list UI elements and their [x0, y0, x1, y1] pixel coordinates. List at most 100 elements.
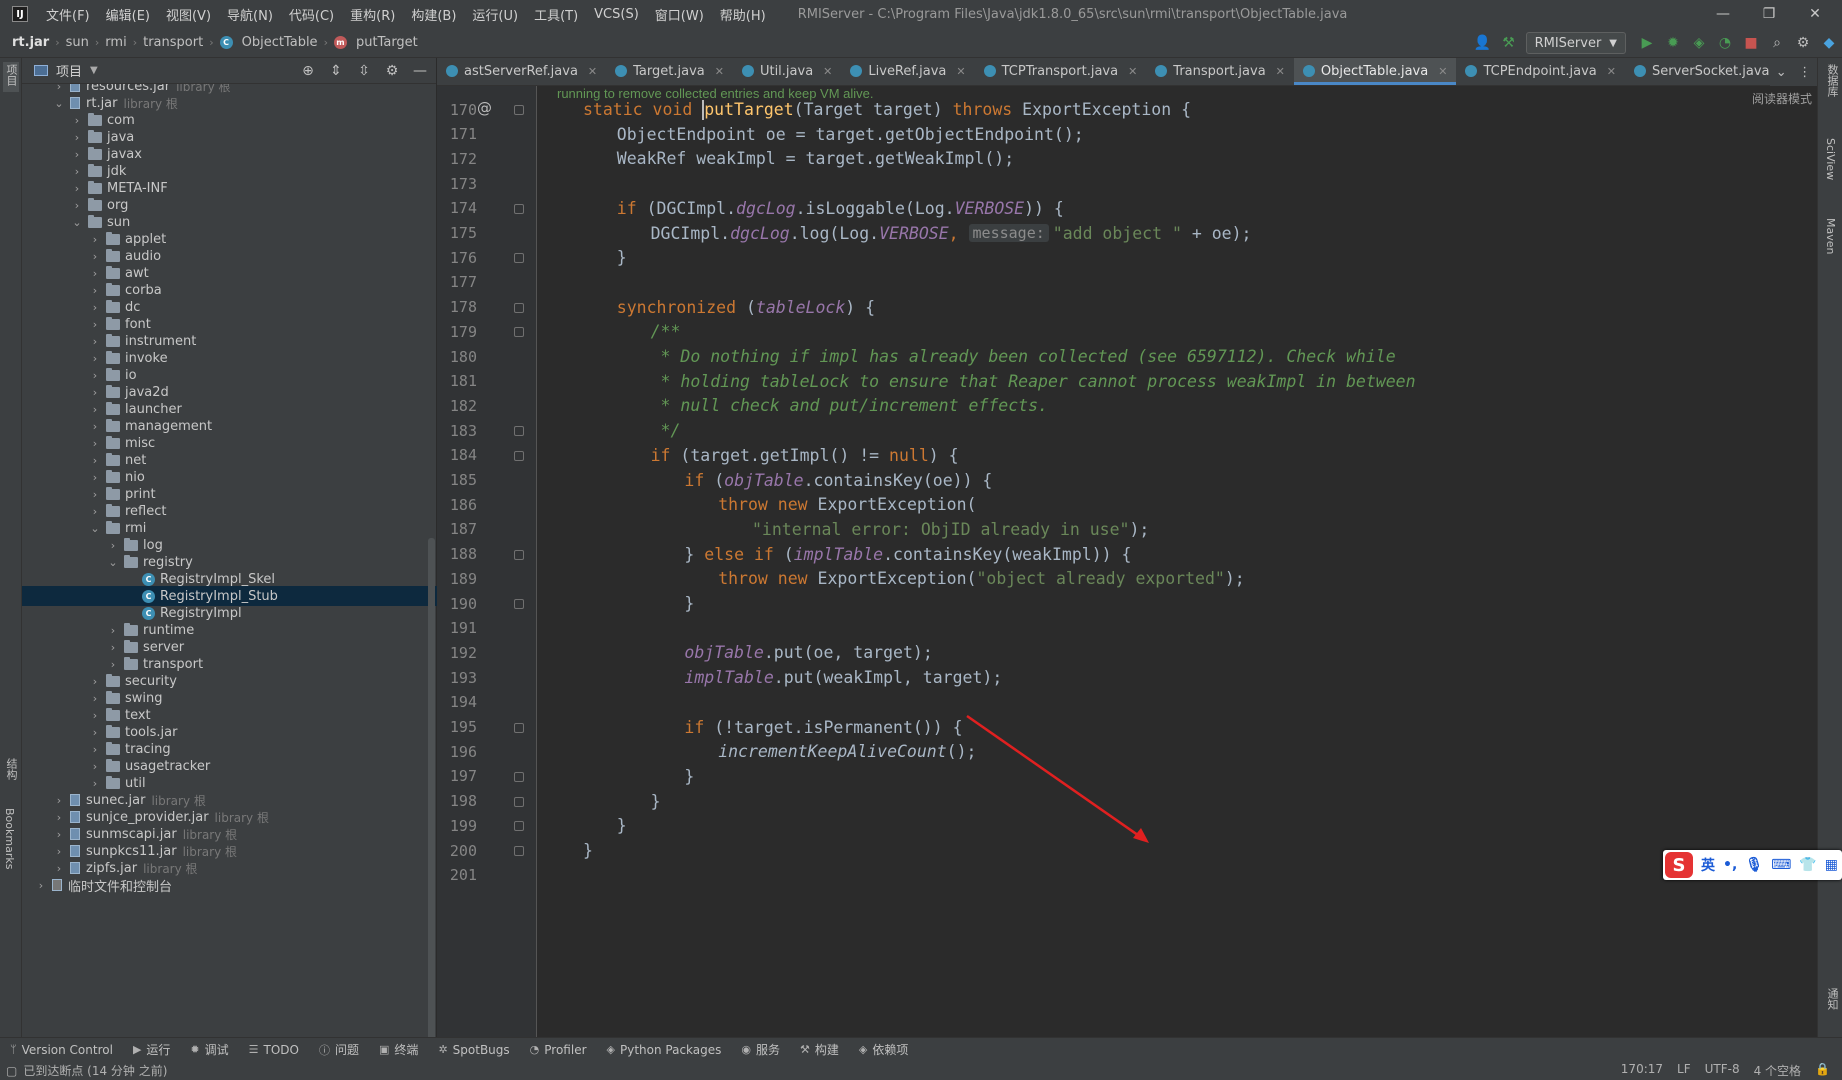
file-encoding[interactable]: UTF-8: [1705, 1062, 1740, 1079]
stop-icon[interactable]: ■: [1738, 31, 1764, 55]
chevron-right-icon[interactable]: ›: [88, 437, 102, 450]
chevron-right-icon[interactable]: ›: [88, 675, 102, 688]
hide-icon[interactable]: —: [410, 63, 430, 79]
chevron-right-icon[interactable]: ›: [88, 743, 102, 756]
tab-liveref-java[interactable]: LiveRef.java ✕: [841, 58, 974, 85]
chevron-down-icon[interactable]: ⌄: [106, 556, 120, 569]
chevron-down-icon[interactable]: ⌄: [52, 97, 66, 110]
menu-edit[interactable]: 编辑(E): [98, 5, 158, 24]
close-tab-icon[interactable]: ✕: [1607, 65, 1616, 78]
chevron-right-icon[interactable]: ›: [88, 454, 102, 467]
fold-marker-icon[interactable]: [514, 203, 524, 214]
fold-marker-icon[interactable]: [514, 722, 524, 733]
close-tab-icon[interactable]: ✕: [588, 65, 597, 78]
breadcrumb-puttarget[interactable]: putTarget: [352, 35, 422, 50]
run-icon[interactable]: ▶: [1634, 31, 1660, 55]
status-square-icon[interactable]: ▢: [6, 1064, 17, 1078]
tree-scrollbar[interactable]: [428, 538, 435, 1078]
chevron-right-icon[interactable]: ›: [88, 403, 102, 416]
tab-transport-java[interactable]: Transport.java ✕: [1146, 58, 1294, 85]
tool-services[interactable]: ◉ 服务: [741, 1041, 780, 1058]
chevron-right-icon[interactable]: ›: [70, 182, 84, 195]
chevron-right-icon[interactable]: ›: [88, 692, 102, 705]
chevron-right-icon[interactable]: ›: [70, 148, 84, 161]
chevron-right-icon[interactable]: ›: [88, 505, 102, 518]
editor-gutter[interactable]: 170 @171 172 173 174 175 176 177 178 179 180 181 182…: [437, 86, 537, 1037]
tree-node-临时文件和控制台[interactable]: › 临时文件和控制台: [22, 875, 437, 895]
close-tab-icon[interactable]: ✕: [1128, 65, 1137, 78]
tool-version-control[interactable]: ᛘ Version Control: [10, 1043, 113, 1057]
chevron-right-icon[interactable]: ›: [106, 641, 120, 654]
tool-build[interactable]: ⚒ 构建: [800, 1041, 839, 1058]
minimize-icon[interactable]: —: [1700, 0, 1746, 28]
chevron-right-icon[interactable]: ›: [88, 301, 102, 314]
toolbox-icon[interactable]: ▦: [1825, 857, 1838, 873]
keyboard-icon[interactable]: ⌨: [1771, 857, 1791, 873]
menu-vcs[interactable]: VCS(S): [586, 7, 647, 22]
breadcrumb-objecttable[interactable]: ObjectTable: [238, 35, 322, 50]
breadcrumb-rmi[interactable]: rmi: [101, 35, 130, 50]
chevron-right-icon[interactable]: ›: [52, 828, 66, 841]
menu-code[interactable]: 代码(C): [281, 5, 342, 24]
chevron-down-icon[interactable]: ▼: [90, 65, 98, 76]
chevron-right-icon[interactable]: ›: [88, 386, 102, 399]
collapse-all-icon[interactable]: ⇳: [354, 63, 374, 79]
fold-marker-icon[interactable]: [514, 426, 524, 437]
fold-marker-icon[interactable]: [514, 846, 524, 856]
chevron-right-icon[interactable]: ›: [88, 760, 102, 773]
chevron-right-icon[interactable]: ›: [88, 709, 102, 722]
plugin-icon[interactable]: ◆: [1816, 31, 1842, 55]
bookmarks-tool-label[interactable]: Bookmarks: [3, 808, 16, 869]
chevron-right-icon[interactable]: ›: [88, 471, 102, 484]
chevron-right-icon[interactable]: ›: [88, 233, 102, 246]
fold-marker-icon[interactable]: [514, 796, 524, 807]
tool-todo[interactable]: ☰ TODO: [249, 1043, 299, 1057]
sciview-tool-label[interactable]: SciView: [1824, 138, 1837, 180]
chevron-right-icon[interactable]: ›: [88, 250, 102, 263]
menu-file[interactable]: 文件(F): [38, 5, 98, 24]
reader-mode-toggle[interactable]: 阅读器模式: [1752, 90, 1812, 107]
tab-tcpendpoint-java[interactable]: TCPEndpoint.java ✕: [1456, 58, 1625, 85]
structure-tool-label[interactable]: 结构: [3, 758, 19, 780]
more-icon[interactable]: ⋮: [1798, 65, 1811, 80]
chevron-right-icon[interactable]: ›: [70, 165, 84, 178]
profiler-icon[interactable]: ◔: [1712, 31, 1738, 55]
menu-view[interactable]: 视图(V): [158, 5, 219, 24]
fold-marker-icon[interactable]: [514, 302, 524, 313]
close-tab-icon[interactable]: ✕: [956, 65, 965, 78]
breadcrumb-sun[interactable]: sun: [62, 35, 93, 50]
chevron-right-icon[interactable]: ›: [106, 658, 120, 671]
restore-icon[interactable]: ❐: [1746, 0, 1792, 28]
chevron-right-icon[interactable]: ›: [88, 420, 102, 433]
line-number[interactable]: 201: [437, 861, 477, 890]
coverage-icon[interactable]: ◈: [1686, 31, 1712, 55]
notifications-tool-label[interactable]: 通知: [1824, 988, 1840, 1010]
menu-help[interactable]: 帮助(H): [712, 5, 774, 24]
skin-icon[interactable]: 👕: [1799, 857, 1816, 873]
database-tool-label[interactable]: 数据库: [1824, 64, 1840, 97]
tab-tcptransport-java[interactable]: TCPTransport.java ✕: [975, 58, 1147, 85]
chevron-right-icon[interactable]: ›: [106, 624, 120, 637]
expand-all-icon[interactable]: ⇕: [326, 63, 346, 79]
caret-position[interactable]: 170:17: [1621, 1062, 1663, 1079]
fold-marker-icon[interactable]: [514, 105, 524, 115]
code-area[interactable]: running to remove collected entries and …: [537, 86, 1817, 1037]
chevron-right-icon[interactable]: ›: [52, 811, 66, 824]
tool-dependencies[interactable]: ◈ 依赖项: [859, 1041, 908, 1058]
chevron-down-icon[interactable]: ⌄: [70, 216, 84, 229]
menu-window[interactable]: 窗口(W): [647, 5, 712, 24]
code-editor[interactable]: 170 @171 172 173 174 175 176 177 178 179 180 181 182…: [437, 86, 1817, 1037]
chevron-right-icon[interactable]: ›: [88, 726, 102, 739]
lock-icon[interactable]: 🔒: [1815, 1062, 1830, 1079]
chevron-down-icon[interactable]: ⌄: [1776, 65, 1787, 80]
project-panel-title[interactable]: 项目: [56, 61, 82, 80]
fold-marker-icon[interactable]: [514, 549, 524, 560]
override-marker-icon[interactable]: @: [477, 99, 492, 117]
locate-icon[interactable]: ⊕: [298, 63, 318, 79]
tool-debug[interactable]: ✹ 调试: [190, 1041, 228, 1058]
tool-terminal[interactable]: ▣ 终端: [379, 1041, 418, 1058]
fold-marker-icon[interactable]: [514, 253, 524, 264]
code-line[interactable]: [583, 861, 1817, 890]
menu-build[interactable]: 构建(B): [403, 5, 464, 24]
chevron-right-icon[interactable]: ›: [52, 84, 66, 93]
